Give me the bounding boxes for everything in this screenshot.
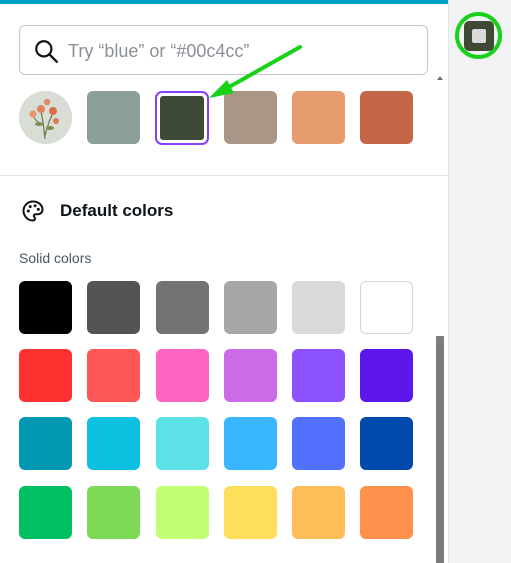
solid-color-swatch[interactable] (224, 281, 277, 334)
palette-icon (22, 200, 44, 222)
color-square-glyph (471, 28, 486, 43)
solid-color-swatch[interactable] (292, 417, 345, 470)
solid-color-swatch[interactable] (360, 281, 413, 334)
solid-color-swatch[interactable] (292, 486, 345, 539)
scroll-up-arrow[interactable] (437, 76, 443, 80)
search-icon (35, 40, 59, 64)
default-colors-header: Default colors (21, 199, 173, 223)
flower-photo-icon (19, 91, 72, 144)
solid-color-swatch[interactable] (19, 417, 72, 470)
solid-colors-label: Solid colors (19, 250, 92, 266)
solid-color-swatch[interactable] (87, 486, 140, 539)
right-rail (448, 0, 511, 563)
section-divider (0, 175, 448, 176)
solid-color-swatch[interactable] (292, 281, 345, 334)
document-color-swatch-1[interactable] (87, 91, 140, 144)
solid-color-swatch[interactable] (87, 417, 140, 470)
scrollbar-thumb[interactable] (436, 336, 444, 563)
solid-color-swatch[interactable] (224, 417, 277, 470)
solid-color-swatch[interactable] (156, 349, 209, 402)
solid-color-swatch[interactable] (360, 486, 413, 539)
document-color-swatch-2 (160, 96, 204, 140)
solid-color-swatch[interactable] (19, 281, 72, 334)
default-colors-title: Default colors (60, 201, 174, 220)
photo-color-swatch[interactable] (19, 91, 72, 144)
text-color-button[interactable] (455, 12, 502, 59)
solid-color-swatch[interactable] (156, 281, 209, 334)
current-color-square (463, 20, 494, 51)
solid-color-swatch[interactable] (87, 349, 140, 402)
solid-color-swatch[interactable] (360, 349, 413, 402)
solid-color-swatch[interactable] (224, 349, 277, 402)
annotation-arrow (209, 45, 302, 98)
solid-color-swatch[interactable] (19, 486, 72, 539)
solid-color-swatch[interactable] (19, 349, 72, 402)
document-color-swatch-5[interactable] (360, 91, 413, 144)
solid-color-swatch[interactable] (224, 486, 277, 539)
solid-color-swatch[interactable] (87, 281, 140, 334)
solid-color-swatch[interactable] (156, 486, 209, 539)
solid-color-swatch[interactable] (360, 417, 413, 470)
solid-color-swatch[interactable] (292, 349, 345, 402)
solid-color-swatch[interactable] (156, 417, 209, 470)
